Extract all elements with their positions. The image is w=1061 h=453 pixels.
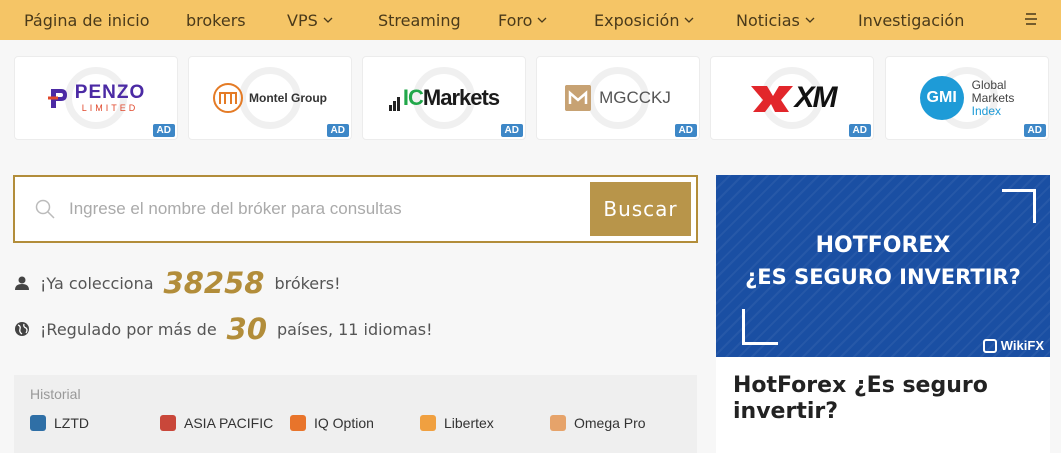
gmi-logo: GMI Global Markets Index <box>919 76 1015 120</box>
user-icon <box>15 276 29 290</box>
promo-banner[interactable]: HOTFOREX ¿ES SEGURO INVERTIR? WikiFX <box>716 175 1050 357</box>
montel-mark-icon <box>213 83 243 113</box>
nav-label: Investigación <box>858 10 965 30</box>
omega-pro-logo-icon <box>550 415 566 431</box>
top-nav: Página de inicio brokers VPS Streaming F… <box>0 0 1061 40</box>
lztd-logo-icon <box>30 415 46 431</box>
stat-collect-prefix: ¡Ya colecciona <box>40 273 154 293</box>
stat-reg-prefix: ¡Regulado por más de <box>40 319 217 339</box>
corner-bracket-icon <box>1002 189 1036 223</box>
bars-icon <box>388 95 401 111</box>
history-panel: Historial LZTD ASIA PACIFIC IQ Option Li… <box>14 375 697 453</box>
ad-badge: AD <box>848 124 871 137</box>
gmi-line1: Global <box>971 77 1007 92</box>
nav-item-streaming[interactable]: Streaming <box>378 11 461 30</box>
nav-item-noticias[interactable]: Noticias <box>736 11 815 30</box>
mgcckj-logo: MGCCKJ <box>565 85 671 111</box>
ad-badge: AD <box>500 124 523 137</box>
nav-item-investigacion[interactable]: Investigación <box>858 11 964 30</box>
banner-line2: ¿ES SEGURO INVERTIR? <box>745 265 1021 289</box>
xm-logo: XM <box>749 81 838 115</box>
stat-collection: ¡Ya colecciona 38258 brókers! <box>14 266 340 300</box>
broker-card-icmarkets[interactable]: IC Markets AD <box>362 56 526 140</box>
history-item-lztd[interactable]: LZTD <box>30 415 89 431</box>
history-item-label: LZTD <box>54 415 89 431</box>
ad-badge: AD <box>152 124 175 137</box>
chevron-down-icon <box>537 17 547 23</box>
history-item-label: ASIA PACIFIC <box>184 415 274 431</box>
search-icon <box>35 199 55 219</box>
ad-badge: AD <box>326 124 349 137</box>
wikifx-label: WikiFX <box>1000 338 1044 353</box>
history-item-label: Omega Pro <box>574 415 646 431</box>
gmi-line3: Index <box>971 103 1002 118</box>
article-card[interactable]: HotForex ¿Es seguro invertir? <box>716 357 1050 453</box>
ad-badge: AD <box>674 124 697 137</box>
stat-reg-count: 30 <box>226 312 268 346</box>
banner-line1: HOTFOREX <box>815 233 951 258</box>
search-button[interactable]: Buscar <box>590 182 691 236</box>
chevron-down-icon <box>323 17 333 23</box>
asia-pacific-logo-icon <box>160 415 176 431</box>
search-input[interactable] <box>69 189 589 229</box>
wikifx-icon <box>982 338 997 353</box>
article-title: HotForex ¿Es seguro invertir? <box>733 373 988 424</box>
gmi-line2: Markets <box>971 90 1015 105</box>
corner-bracket-icon <box>742 309 778 345</box>
xm-name: XM <box>794 81 838 114</box>
broker-card-xm[interactable]: XM AD <box>710 56 874 140</box>
nav-label: Noticias <box>736 10 800 30</box>
hamburger-menu-icon[interactable] <box>1023 11 1039 27</box>
chevron-down-icon <box>685 17 694 23</box>
penzo-logo: PENZO LIMITED <box>47 83 145 113</box>
xm-mark-icon <box>750 86 793 112</box>
nav-item-exposicion[interactable]: Exposición <box>594 11 694 30</box>
history-item-omega-pro[interactable]: Omega Pro <box>550 415 646 431</box>
wikifx-brand: WikiFX <box>982 338 1044 353</box>
broker-cards: PENZO LIMITED AD Montel Group AD IC Marke… <box>14 56 1050 140</box>
montel-logo: Montel Group <box>213 83 327 113</box>
nav-item-home[interactable]: Página de inicio <box>24 11 150 30</box>
history-item-label: IQ Option <box>314 415 374 431</box>
gmi-mark: GMI <box>919 76 964 120</box>
broker-card-montel[interactable]: Montel Group AD <box>188 56 352 140</box>
mgcckj-name: MGCCKJ <box>599 88 671 107</box>
globe-icon <box>15 322 29 336</box>
icmarkets-name-b: Markets <box>422 85 500 110</box>
history-item-iq-option[interactable]: IQ Option <box>290 415 374 431</box>
penzo-sub: LIMITED <box>81 103 139 113</box>
history-title: Historial <box>30 386 81 402</box>
nav-label: VPS <box>287 10 318 30</box>
chevron-down-icon <box>805 17 815 23</box>
history-item-label: Libertex <box>444 415 494 431</box>
stat-collect-suffix: brókers! <box>274 273 341 293</box>
penzo-mark-icon <box>47 89 67 108</box>
search-bar: Buscar <box>13 175 698 243</box>
broker-card-mgcckj[interactable]: MGCCKJ AD <box>536 56 700 140</box>
libertex-logo-icon <box>420 415 436 431</box>
stat-regulation: ¡Regulado por más de 30 países, 11 idiom… <box>14 312 433 346</box>
broker-card-penzo[interactable]: PENZO LIMITED AD <box>14 56 178 140</box>
nav-label: Exposición <box>594 10 680 30</box>
history-item-asia-pacific[interactable]: ASIA PACIFIC <box>160 415 273 431</box>
nav-item-foro[interactable]: Foro <box>498 11 547 30</box>
stat-collect-count: 38258 <box>163 266 265 300</box>
nav-label: Foro <box>498 10 533 30</box>
nav-label: brokers <box>186 10 246 30</box>
icmarkets-logo: IC Markets <box>388 85 500 111</box>
nav-label: Página de inicio <box>24 10 150 30</box>
nav-item-vps[interactable]: VPS <box>287 11 333 30</box>
ad-badge: AD <box>1023 124 1046 137</box>
nav-item-brokers[interactable]: brokers <box>186 11 246 30</box>
broker-card-gmi[interactable]: GMI Global Markets Index AD <box>885 56 1049 140</box>
history-item-libertex[interactable]: Libertex <box>420 415 494 431</box>
montel-name: Montel Group <box>249 91 327 105</box>
nav-label: Streaming <box>378 10 461 30</box>
stat-reg-suffix: países, 11 idiomas! <box>277 319 433 339</box>
icmarkets-name-a: IC <box>402 85 424 110</box>
penzo-name: PENZO <box>74 82 146 103</box>
iq-option-logo-icon <box>290 415 306 431</box>
mgcckj-mark-icon <box>565 85 592 111</box>
